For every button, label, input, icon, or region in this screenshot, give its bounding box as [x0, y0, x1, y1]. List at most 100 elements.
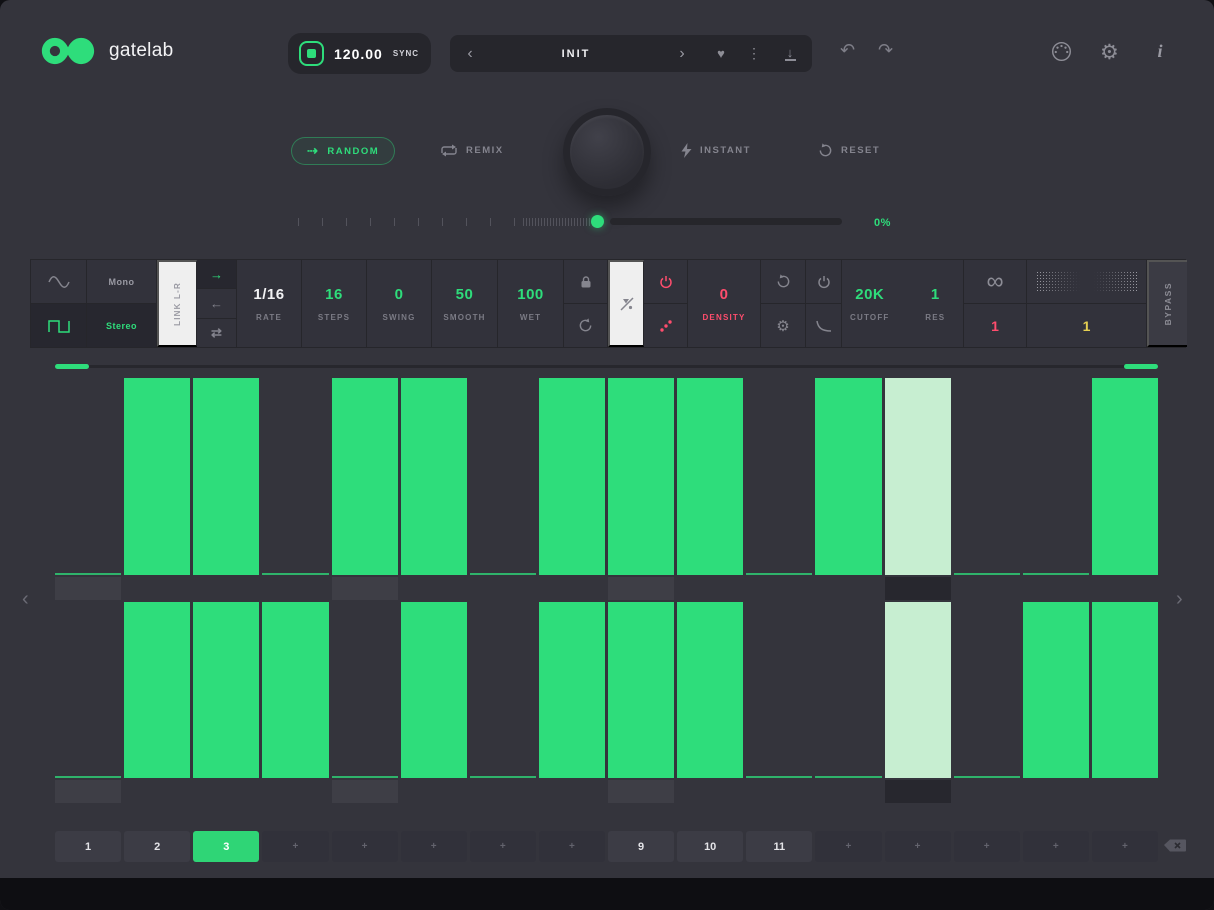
forward-direction-button[interactable]: →	[197, 260, 236, 289]
step-handle[interactable]	[55, 780, 121, 803]
step-column-16[interactable]	[1092, 378, 1158, 600]
step-bar[interactable]	[539, 602, 605, 778]
step-handle[interactable]	[1023, 577, 1089, 600]
step-column-8[interactable]	[539, 602, 605, 803]
step-column-2[interactable]	[124, 378, 190, 600]
step-column-12[interactable]	[815, 602, 881, 803]
stereo-button[interactable]: Stereo	[87, 304, 156, 347]
step-handle[interactable]	[124, 780, 190, 803]
step-handle[interactable]	[885, 577, 951, 600]
random-amount-slider[interactable]	[298, 215, 858, 230]
step-bar[interactable]	[1023, 602, 1089, 778]
erase-pattern-button[interactable]	[1163, 838, 1187, 856]
pattern-button-4[interactable]: +	[262, 831, 328, 862]
step-handle[interactable]	[815, 780, 881, 803]
preset-name[interactable]: INIT	[490, 48, 662, 60]
step-handle[interactable]	[55, 577, 121, 600]
infinite-loop-button[interactable]: ∞	[964, 260, 1026, 304]
step-handle[interactable]	[262, 577, 328, 600]
step-column-10[interactable]	[677, 378, 743, 600]
step-column-15[interactable]	[1023, 378, 1089, 600]
pattern-button-12[interactable]: +	[815, 831, 881, 862]
step-column-8[interactable]	[539, 378, 605, 600]
step-handle[interactable]	[470, 577, 536, 600]
texture-display[interactable]	[1027, 260, 1146, 304]
step-bar[interactable]	[815, 378, 881, 575]
step-bar[interactable]	[1092, 602, 1158, 778]
cycle-button[interactable]	[564, 304, 607, 347]
steps-control[interactable]: 16 STEPS	[302, 260, 367, 347]
step-column-1[interactable]	[55, 602, 121, 803]
step-column-7[interactable]	[470, 602, 536, 803]
pattern-button-8[interactable]: +	[539, 831, 605, 862]
step-bar[interactable]	[885, 602, 951, 778]
step-column-4[interactable]	[262, 378, 328, 600]
step-handle[interactable]	[401, 577, 467, 600]
step-column-11[interactable]	[746, 378, 812, 600]
step-bar[interactable]	[746, 378, 812, 575]
step-handle[interactable]	[470, 780, 536, 803]
step-column-6[interactable]	[401, 602, 467, 803]
instant-mode-button[interactable]: INSTANT	[681, 143, 751, 158]
slider-track[interactable]	[610, 218, 842, 225]
settings-gear-icon[interactable]: ⚙	[1100, 40, 1119, 65]
step-bar[interactable]	[55, 602, 121, 778]
pattern-button-5[interactable]: +	[332, 831, 398, 862]
step-column-14[interactable]	[954, 378, 1020, 600]
step-bar[interactable]	[124, 378, 190, 575]
pingpong-direction-button[interactable]: ⇄	[197, 319, 236, 347]
pattern-button-2[interactable]: 2	[124, 831, 190, 862]
step-bar[interactable]	[262, 602, 328, 778]
swing-control[interactable]: 0 SWING	[367, 260, 432, 347]
step-handle[interactable]	[677, 780, 743, 803]
loop-button[interactable]	[761, 260, 805, 304]
texture-count-button[interactable]: 1	[1027, 304, 1146, 347]
loop-count-button[interactable]: 1	[964, 304, 1026, 347]
sync-label[interactable]: SYNC	[393, 49, 419, 58]
step-handle[interactable]	[608, 780, 674, 803]
favorite-icon[interactable]: ♥	[702, 46, 740, 61]
midi-settings-icon[interactable]	[1051, 41, 1072, 62]
step-column-9[interactable]	[608, 602, 674, 803]
lock-button[interactable]	[564, 260, 607, 304]
step-handle[interactable]	[1023, 780, 1089, 803]
step-bar[interactable]	[332, 378, 398, 575]
step-column-13[interactable]	[885, 602, 951, 803]
pattern-button-1[interactable]: 1	[55, 831, 121, 862]
step-column-5[interactable]	[332, 602, 398, 803]
preset-menu-icon[interactable]: ⋮	[740, 45, 768, 62]
pattern-button-13[interactable]: +	[885, 831, 951, 862]
pattern-button-7[interactable]: +	[470, 831, 536, 862]
stop-button[interactable]	[299, 41, 324, 66]
step-column-4[interactable]	[262, 602, 328, 803]
step-handle[interactable]	[815, 577, 881, 600]
step-handle[interactable]	[193, 577, 259, 600]
step-bar[interactable]	[1092, 378, 1158, 575]
step-handle[interactable]	[885, 780, 951, 803]
redo-button[interactable]: ↷	[878, 40, 893, 61]
wet-control[interactable]: 100 WET	[498, 260, 564, 347]
step-bar[interactable]	[401, 602, 467, 778]
resonance-control[interactable]: 1 RES	[908, 286, 964, 322]
pattern-button-15[interactable]: +	[1023, 831, 1089, 862]
step-column-9[interactable]	[608, 378, 674, 600]
cutoff-control[interactable]: 20K CUTOFF	[842, 286, 898, 322]
step-column-13[interactable]	[885, 378, 951, 600]
randomize-knob[interactable]	[563, 108, 651, 196]
step-handle[interactable]	[746, 780, 812, 803]
info-icon[interactable]: i	[1152, 41, 1168, 62]
step-column-14[interactable]	[954, 602, 1020, 803]
step-column-7[interactable]	[470, 378, 536, 600]
pattern-button-14[interactable]: +	[954, 831, 1020, 862]
trigger-off-button[interactable]	[608, 260, 644, 347]
step-handle[interactable]	[1092, 577, 1158, 600]
pattern-button-10[interactable]: 10	[677, 831, 743, 862]
step-column-1[interactable]	[55, 378, 121, 600]
step-handle[interactable]	[954, 780, 1020, 803]
step-handle[interactable]	[193, 780, 259, 803]
step-bar[interactable]	[470, 378, 536, 575]
step-bar[interactable]	[815, 602, 881, 778]
step-column-3[interactable]	[193, 378, 259, 600]
step-bar[interactable]	[332, 602, 398, 778]
step-bar[interactable]	[193, 378, 259, 575]
